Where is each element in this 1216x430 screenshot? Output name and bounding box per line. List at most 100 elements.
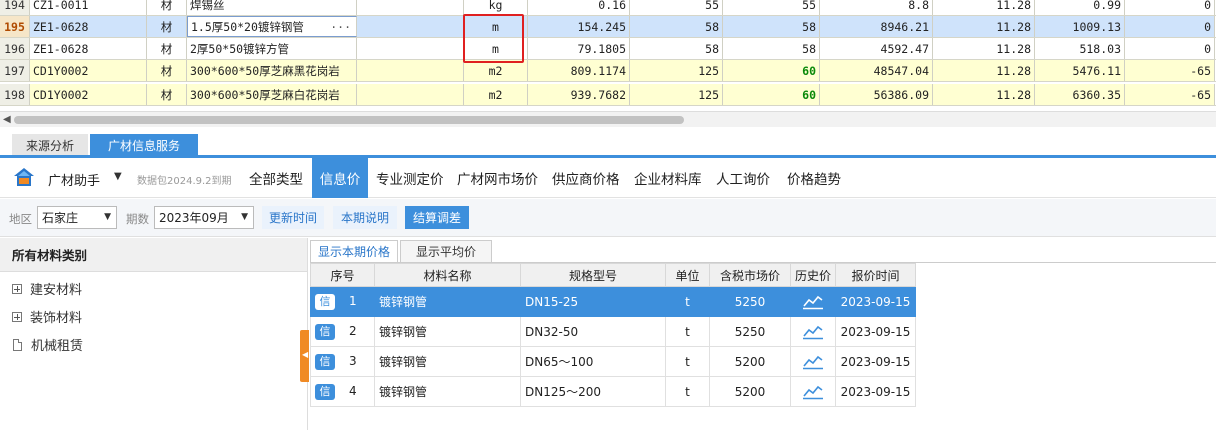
cell-name[interactable]: 焊锡丝 — [187, 0, 357, 15]
more-options-icon[interactable]: ··· — [330, 20, 353, 34]
horizontal-scrollbar[interactable]: ◀ — [0, 111, 1216, 127]
table-row[interactable]: 信1 镀锌钢管 DN15-25 t 5250 2023-09-15 — [310, 286, 916, 317]
cell-diff[interactable]: -65 — [1125, 60, 1215, 81]
cell-amount[interactable]: 48547.04 — [820, 60, 933, 81]
cell-code[interactable]: ZE1-0628 — [30, 16, 147, 37]
cell-name[interactable]: 300*600*50厚芝麻黑花岗岩 — [187, 60, 357, 81]
cell-code[interactable]: CZ1-0011 — [30, 0, 147, 15]
update-time-button[interactable]: 更新时间 — [262, 206, 324, 229]
grid-row-197[interactable]: 197 CD1Y0002 材 300*600*50厚芝麻黑花岗岩 m2 809.… — [0, 60, 1216, 82]
table-row[interactable]: 信4 镀锌钢管 DN125～200 t 5200 2023-09-15 — [310, 376, 916, 407]
period-notes-button[interactable]: 本期说明 — [333, 206, 397, 229]
cell-amount[interactable]: 4592.47 — [820, 38, 933, 59]
grid-row-198[interactable]: 198 CD1Y0002 材 300*600*50厚芝麻白花岗岩 m2 939.… — [0, 84, 1216, 106]
assistant-brand[interactable]: 广材助手 — [48, 170, 100, 189]
scrollbar-thumb[interactable] — [14, 116, 684, 124]
cell-tax[interactable]: 0.99 — [1035, 0, 1125, 15]
cell-price-b[interactable]: 58 — [723, 16, 820, 37]
category-item-machinery[interactable]: 机械租赁 — [12, 335, 83, 354]
expand-icon[interactable] — [12, 311, 22, 322]
grid-row-194[interactable]: 194 CZ1-0011 材 焊锡丝 kg 0.16 55 55 8.8 11.… — [0, 0, 1216, 16]
cell-spec[interactable] — [357, 84, 464, 105]
scroll-left-icon[interactable]: ◀ — [3, 114, 11, 125]
nav-manual-inquiry[interactable]: 人工询价 — [711, 158, 775, 198]
cell-history[interactable] — [790, 346, 836, 377]
cell-price-b[interactable]: 55 — [723, 0, 820, 15]
grid-row-195[interactable]: 195 ZE1-0628 材 1.5厚50*20镀锌钢管 ··· m 154.2… — [0, 16, 1216, 38]
cell-qty[interactable]: 809.1174 — [528, 60, 630, 81]
settle-adjust-button[interactable]: 结算调差 — [405, 206, 469, 229]
brand-dropdown-icon[interactable]: ▼ — [114, 171, 122, 182]
cell-history[interactable] — [790, 376, 836, 407]
cell-unit[interactable]: m2 — [464, 60, 528, 81]
cell-price-a[interactable]: 125 — [630, 84, 723, 105]
cell-rate[interactable]: 11.28 — [933, 16, 1035, 37]
subtab-average-price[interactable]: 显示平均价 — [400, 240, 492, 262]
table-row[interactable]: 信3 镀锌钢管 DN65～100 t 5200 2023-09-15 — [310, 346, 916, 377]
cell-spec[interactable] — [357, 16, 464, 37]
cell-rate[interactable]: 11.28 — [933, 0, 1035, 15]
table-row[interactable]: 信2 镀锌钢管 DN32-50 t 5250 2023-09-15 — [310, 316, 916, 347]
cell-price-a[interactable]: 125 — [630, 60, 723, 81]
cell-type[interactable]: 材 — [147, 60, 187, 81]
cell-amount[interactable]: 8946.21 — [820, 16, 933, 37]
cell-type[interactable]: 材 — [147, 38, 187, 59]
nav-professional-price[interactable]: 专业测定价 — [371, 158, 449, 198]
cell-spec[interactable] — [357, 60, 464, 81]
cell-qty[interactable]: 79.1805 — [528, 38, 630, 59]
grid-row-196[interactable]: 196 ZE1-0628 材 2厚50*50镀锌方管 m 79.1805 58 … — [0, 38, 1216, 60]
cell-amount[interactable]: 8.8 — [820, 0, 933, 15]
period-select[interactable]: 2023年09月 ▼ — [154, 206, 254, 229]
cell-diff[interactable]: 0 — [1125, 38, 1215, 59]
region-select[interactable]: 石家庄 ▼ — [37, 206, 117, 229]
cell-type[interactable]: 材 — [147, 16, 187, 37]
cell-qty[interactable]: 939.7682 — [528, 84, 630, 105]
tab-source-analysis[interactable]: 来源分析 — [12, 134, 88, 156]
cell-tax[interactable]: 5476.11 — [1035, 60, 1125, 81]
cell-price-a[interactable]: 58 — [630, 38, 723, 59]
category-item-construction[interactable]: 建安材料 — [12, 279, 82, 298]
nav-market-price[interactable]: 广材网市场价 — [452, 158, 543, 198]
cell-history[interactable] — [790, 286, 836, 317]
trend-chart-icon[interactable] — [802, 354, 824, 370]
trend-chart-icon[interactable] — [802, 384, 824, 400]
cell-rate[interactable]: 11.28 — [933, 38, 1035, 59]
nav-price-trend[interactable]: 价格趋势 — [782, 158, 846, 198]
tab-gc-info-service[interactable]: 广材信息服务 — [90, 134, 198, 156]
cell-price-a[interactable]: 58 — [630, 16, 723, 37]
nav-enterprise-library[interactable]: 企业材料库 — [629, 158, 707, 198]
category-item-decoration[interactable]: 装饰材料 — [12, 307, 82, 326]
cell-diff[interactable]: 0 — [1125, 0, 1215, 15]
nav-all-types[interactable]: 全部类型 — [244, 158, 308, 198]
cell-diff[interactable]: 0 — [1125, 16, 1215, 37]
subtab-current-price[interactable]: 显示本期价格 — [310, 240, 398, 262]
nav-supplier-price[interactable]: 供应商价格 — [547, 158, 625, 198]
nav-info-price[interactable]: 信息价 — [312, 158, 368, 198]
cell-name[interactable]: 300*600*50厚芝麻白花岗岩 — [187, 84, 357, 105]
trend-chart-icon[interactable] — [802, 324, 824, 340]
cell-price-b[interactable]: 58 — [723, 38, 820, 59]
cell-code[interactable]: CD1Y0002 — [30, 84, 147, 105]
cell-tax[interactable]: 518.03 — [1035, 38, 1125, 59]
cell-code[interactable]: CD1Y0002 — [30, 60, 147, 81]
cell-unit[interactable]: kg — [464, 0, 528, 15]
cell-price-a[interactable]: 55 — [630, 0, 723, 15]
cell-price-b[interactable]: 60 — [723, 60, 820, 81]
cell-spec[interactable] — [357, 0, 464, 15]
cell-qty[interactable]: 154.245 — [528, 16, 630, 37]
collapse-panel-handle[interactable]: ◀ — [300, 330, 309, 382]
cell-tax[interactable]: 1009.13 — [1035, 16, 1125, 37]
expand-icon[interactable] — [12, 283, 22, 294]
cell-price-b[interactable]: 60 — [723, 84, 820, 105]
cell-type[interactable]: 材 — [147, 0, 187, 15]
cell-rate[interactable]: 11.28 — [933, 84, 1035, 105]
trend-chart-icon[interactable] — [802, 294, 824, 310]
cell-diff[interactable]: -65 — [1125, 84, 1215, 105]
cell-tax[interactable]: 6360.35 — [1035, 84, 1125, 105]
cell-history[interactable] — [790, 316, 836, 347]
cell-amount[interactable]: 56386.09 — [820, 84, 933, 105]
cell-qty[interactable]: 0.16 — [528, 0, 630, 15]
cell-spec[interactable] — [357, 38, 464, 59]
cell-unit[interactable]: m2 — [464, 84, 528, 105]
cell-name[interactable]: 2厚50*50镀锌方管 — [187, 38, 357, 59]
